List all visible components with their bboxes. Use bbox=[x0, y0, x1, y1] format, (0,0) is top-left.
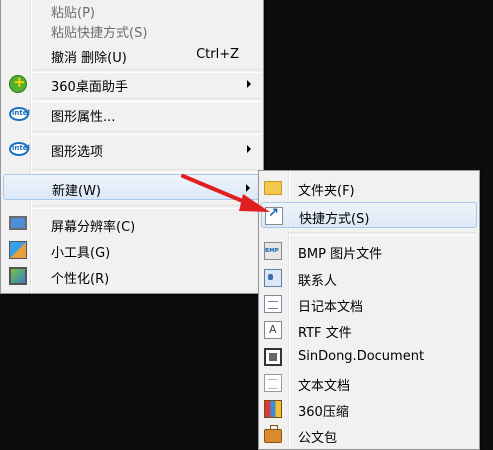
menu-item-graphics-properties[interactable]: 图形属性... bbox=[3, 101, 261, 127]
menu-separator bbox=[33, 169, 261, 173]
menu-item-label: 个性化(R) bbox=[51, 272, 110, 287]
menu-item-label: 撤消 删除(U) bbox=[51, 51, 127, 66]
menu-item-label: SinDong.Document bbox=[298, 349, 425, 364]
menu-item-label: 文本文档 bbox=[298, 379, 351, 394]
intel-icon bbox=[9, 107, 30, 121]
submenu-item-briefcase[interactable]: 公文包 bbox=[261, 422, 477, 448]
shortcut-icon bbox=[265, 206, 283, 225]
menu-item-label: 图形选项 bbox=[51, 145, 104, 160]
menu-item-label: BMP 图片文件 bbox=[298, 247, 383, 262]
menu-item-label: 日记本文档 bbox=[298, 300, 364, 315]
submenu-item-contact[interactable]: 联系人 bbox=[261, 265, 477, 291]
menu-item-label: 360桌面助手 bbox=[51, 80, 128, 95]
menu-item-paste-shortcut[interactable]: 粘贴快捷方式(S) bbox=[3, 17, 261, 43]
sindong-document-icon bbox=[264, 348, 282, 366]
text-document-icon bbox=[264, 374, 282, 392]
menu-item-label: 公文包 bbox=[298, 431, 338, 446]
menu-separator bbox=[33, 131, 261, 135]
menu-item-label: 粘贴快捷方式(S) bbox=[51, 26, 148, 41]
360-icon bbox=[9, 73, 27, 93]
submenu-item-journal-document[interactable]: 日记本文档 bbox=[261, 291, 477, 317]
folder-icon bbox=[264, 181, 282, 195]
journal-icon bbox=[264, 295, 282, 313]
menu-item-label: 新建(W) bbox=[52, 184, 101, 199]
menu-item-screen-resolution[interactable]: 屏幕分辨率(C) bbox=[3, 211, 261, 237]
submenu-item-sindong-document[interactable]: SinDong.Document bbox=[261, 344, 477, 370]
menu-item-label: 文件夹(F) bbox=[298, 184, 355, 199]
menu-item-360-desktop-assistant[interactable]: 360桌面助手 bbox=[3, 71, 261, 97]
submenu-item-text-document[interactable]: 文本文档 bbox=[261, 370, 477, 396]
menu-item-personalize[interactable]: 个性化(R) bbox=[3, 263, 261, 289]
menu-item-label: 快捷方式(S) bbox=[299, 212, 370, 227]
submenu-arrow-icon bbox=[247, 145, 251, 153]
submenu-item-bmp-image[interactable]: BMP 图片文件 bbox=[261, 238, 477, 264]
gadget-icon bbox=[9, 241, 27, 259]
menu-separator bbox=[289, 232, 477, 236]
menu-item-label: 屏幕分辨率(C) bbox=[51, 220, 136, 235]
briefcase-icon bbox=[264, 425, 282, 443]
menu-item-undo-delete[interactable]: 撤消 删除(U) Ctrl+Z bbox=[3, 42, 261, 68]
menu-item-label: 360压缩 bbox=[298, 405, 349, 420]
submenu-item-360-zip[interactable]: 360压缩 bbox=[261, 396, 477, 422]
menu-item-label: RTF 文件 bbox=[298, 326, 352, 341]
submenu-arrow-icon bbox=[246, 184, 250, 192]
bmp-file-icon bbox=[264, 242, 282, 260]
menu-item-graphics-options[interactable]: 图形选项 bbox=[3, 136, 261, 162]
submenu-arrow-icon bbox=[247, 80, 251, 88]
desktop-context-menu: 粘贴(P) 粘贴快捷方式(S) 撤消 删除(U) Ctrl+Z 360桌面助手 … bbox=[0, 0, 264, 294]
rtf-file-icon bbox=[264, 321, 282, 339]
zip-archive-icon bbox=[264, 400, 282, 418]
menu-item-label: 联系人 bbox=[298, 274, 338, 289]
menu-item-new[interactable]: 新建(W) bbox=[3, 174, 261, 200]
submenu-item-rtf-file[interactable]: RTF 文件 bbox=[261, 317, 477, 343]
menu-item-label: 图形属性... bbox=[51, 110, 116, 125]
personalize-icon bbox=[9, 267, 27, 285]
menu-item-gadgets[interactable]: 小工具(G) bbox=[3, 237, 261, 263]
monitor-icon bbox=[9, 216, 27, 230]
new-submenu: 文件夹(F) 快捷方式(S) BMP 图片文件 联系人 日记本文档 RTF 文件… bbox=[258, 170, 480, 450]
menu-item-label: 小工具(G) bbox=[51, 246, 111, 261]
intel-icon bbox=[9, 142, 30, 156]
contact-icon bbox=[264, 269, 282, 287]
undo-shortcut: Ctrl+Z bbox=[196, 47, 239, 62]
submenu-item-folder[interactable]: 文件夹(F) bbox=[261, 175, 477, 201]
menu-separator bbox=[33, 205, 261, 209]
submenu-item-shortcut[interactable]: 快捷方式(S) bbox=[261, 202, 477, 228]
